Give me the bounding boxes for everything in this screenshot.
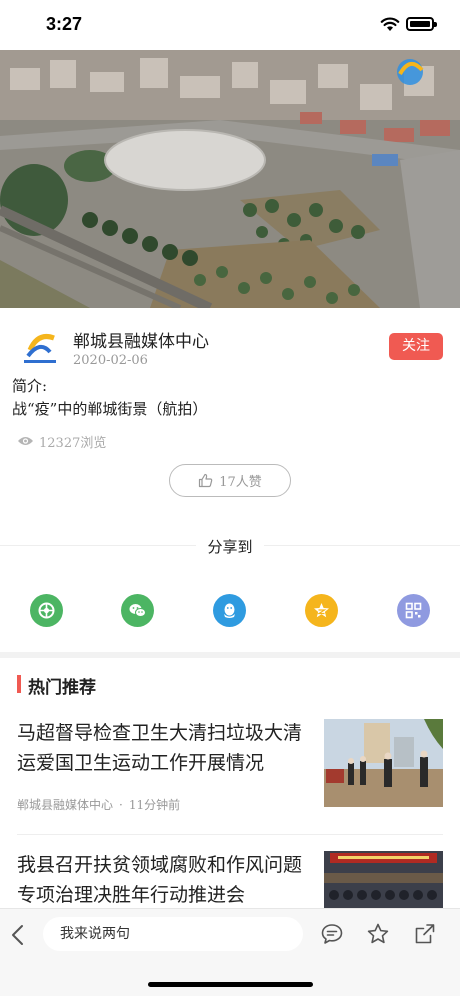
- news-item-thumbnail[interactable]: [324, 719, 443, 807]
- qzone-icon: [314, 603, 329, 618]
- like-count: 17人赞: [219, 475, 262, 490]
- battery-icon: [406, 17, 437, 31]
- share-wechat-button[interactable]: [121, 594, 154, 627]
- share-qrcode-button[interactable]: [397, 594, 430, 627]
- status-bar: 3:27: [0, 0, 460, 50]
- home-indicator: [148, 982, 313, 987]
- publisher-name[interactable]: 郸城县融媒体中心: [73, 327, 209, 352]
- view-count: 12327浏览: [17, 432, 107, 451]
- hero-image[interactable]: [0, 50, 460, 308]
- wechat-icon: [129, 604, 146, 617]
- news-item-title[interactable]: 马超督导检查卫生大清扫垃圾大清运爱国卫生运动工作开展情况: [17, 718, 307, 778]
- publisher-logo[interactable]: [20, 330, 60, 366]
- eye-icon: [18, 437, 33, 445]
- moments-icon: [38, 602, 55, 619]
- hot-section-title: 热门推荐: [28, 678, 96, 698]
- intro-text: 战“疫”中的郸城街景（航拍）: [12, 400, 208, 418]
- news-item-meta: 郸城县融媒体中心 · 11分钟前: [17, 798, 181, 812]
- star-icon[interactable]: [366, 922, 390, 946]
- wifi-icon: [380, 17, 400, 31]
- news-item-thumbnail[interactable]: [324, 851, 443, 908]
- aerial-photo: [0, 50, 460, 308]
- intro-label: 简介:: [12, 377, 48, 395]
- status-time: 3:27: [46, 14, 83, 34]
- section-separator: [0, 652, 460, 658]
- like-button[interactable]: 17人赞: [169, 464, 291, 497]
- follow-button[interactable]: 关注: [389, 333, 443, 360]
- news-item-title[interactable]: 我县召开扶贫领域腐败和作风问题专项治理决胜年行动推进会: [17, 850, 307, 910]
- qrcode-icon: [405, 602, 422, 619]
- share-icon[interactable]: [413, 922, 437, 946]
- view-count-text: 12327浏览: [39, 435, 107, 451]
- share-qzone-button[interactable]: [305, 594, 338, 627]
- section-marker: [17, 675, 21, 693]
- bottom-bar: [0, 908, 460, 996]
- share-qq-button[interactable]: [213, 594, 246, 627]
- back-icon[interactable]: [8, 923, 28, 947]
- comments-icon[interactable]: [320, 922, 344, 946]
- share-moments-button[interactable]: [30, 594, 63, 627]
- news-divider: [17, 834, 443, 835]
- qq-icon: [224, 603, 235, 618]
- share-title: 分享到: [196, 536, 264, 557]
- publish-date: 2020-02-06: [73, 353, 148, 368]
- thumbs-up-icon: [199, 473, 213, 488]
- comment-input[interactable]: [43, 917, 303, 951]
- news-item-time: 11分钟前: [128, 798, 181, 812]
- news-item-source: 郸城县融媒体中心: [17, 798, 114, 812]
